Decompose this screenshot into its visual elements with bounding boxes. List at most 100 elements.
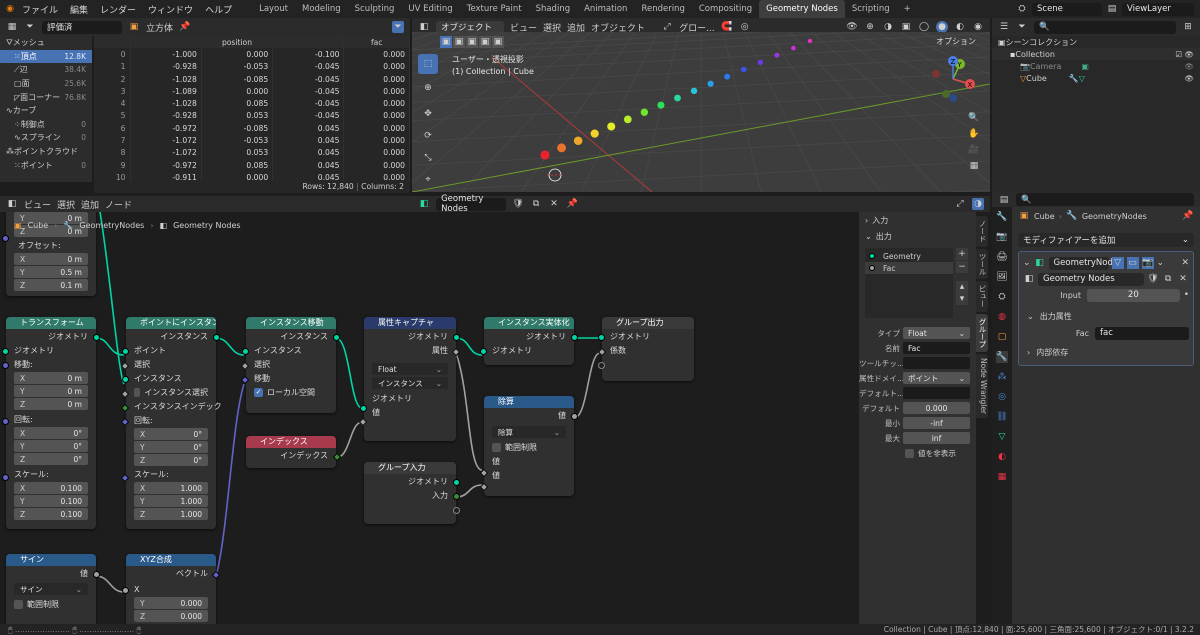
capture-domain-select[interactable]: インスタンス: [372, 377, 448, 389]
show-render-icon[interactable]: 📷: [1141, 257, 1154, 269]
domain-mesh[interactable]: ⛛ メッシュ: [0, 36, 92, 50]
node-translate-instances[interactable]: インスタンス移動 インスタンス インスタンス 選択 移動 ✓ ローカル空間: [240, 317, 340, 413]
iop-pick-checkbox[interactable]: [134, 387, 141, 397]
cursor-tool-icon[interactable]: ⊕: [418, 78, 438, 98]
domain-vertex[interactable]: ⁙ 頂点 12.8K: [0, 49, 92, 64]
add-workspace-icon[interactable]: +: [897, 0, 918, 18]
menu-window[interactable]: ウィンドウ: [142, 3, 199, 16]
ne-overlay-icon[interactable]: ◑: [972, 198, 984, 210]
tab-rendering[interactable]: Rendering: [634, 0, 691, 18]
node-tree-field[interactable]: Geometry Nodes: [1038, 272, 1144, 286]
transform-sx[interactable]: X 0.100: [14, 482, 88, 494]
sidebar-tab-node-wrangler[interactable]: Node Wrangler: [976, 353, 988, 418]
sine-operation-select[interactable]: サイン: [14, 583, 88, 595]
physics-tab-icon[interactable]: ◎: [996, 391, 1008, 403]
options-button[interactable]: オプション: [936, 36, 976, 47]
outliner-cube[interactable]: ▽ Cube 🔧 ▽ 👁: [992, 72, 1200, 84]
ne-fake-user-icon[interactable]: 🛡: [512, 198, 524, 210]
move-down-icon[interactable]: ▾: [956, 293, 968, 305]
domain-face[interactable]: ▢ 面 25.6K: [0, 77, 92, 91]
sidebar-tab-group[interactable]: グループ: [976, 313, 988, 352]
outliner-scene-collection[interactable]: ▣ シーンコレクション: [992, 36, 1200, 48]
combine-y-field[interactable]: Y 0.000: [134, 597, 208, 609]
output-attributes-header[interactable]: 出力属性: [1034, 311, 1072, 322]
capture-type-select[interactable]: Float: [372, 363, 448, 375]
menu-edit[interactable]: 編集: [64, 3, 94, 16]
zoom-icon[interactable]: 🔍: [968, 110, 980, 126]
ne-menu-select[interactable]: 選択: [57, 198, 75, 211]
particles-tab-icon[interactable]: ⁂: [996, 371, 1008, 383]
sine-clamp-checkbox[interactable]: [14, 599, 23, 609]
offset-z-field[interactable]: Z 0.1 m: [14, 279, 88, 291]
tab-scripting[interactable]: Scripting: [845, 0, 897, 18]
select-intersect-icon[interactable]: ▣: [492, 36, 504, 48]
iop-pick-instance[interactable]: インスタンス選択: [126, 385, 216, 399]
properties-editor-icon[interactable]: ▤: [998, 194, 1010, 206]
show-viewport-icon[interactable]: ▭: [1126, 257, 1139, 269]
combine-z-field[interactable]: Z 0.000: [134, 610, 208, 622]
camera-visibility-icon[interactable]: 👁: [1184, 62, 1200, 71]
ti-local-space[interactable]: ✓ ローカル空間: [246, 385, 336, 399]
fac-attribute-field[interactable]: fac: [1095, 326, 1189, 340]
hide-value-checkbox[interactable]: [905, 448, 914, 458]
outliner-camera[interactable]: 📷 Camera ▣ 👁: [992, 60, 1200, 72]
remove-socket-icon[interactable]: −: [956, 261, 968, 273]
node-canvas[interactable]: ▣ Cube › 🔧 GeometryNodes › ◧ Geometry Nodes…: [0, 212, 858, 624]
domain-select[interactable]: ポイント ⌄: [903, 372, 970, 384]
iop-sz[interactable]: Z 1.000: [134, 508, 208, 520]
node-combine-xyz[interactable]: XYZ合成 ベクトル X Y 0.000 Z 0.000: [122, 554, 221, 624]
iop-sx[interactable]: X 1.000: [134, 482, 208, 494]
col-position[interactable]: position: [130, 36, 345, 49]
transform-ty[interactable]: Y0 m: [14, 385, 88, 397]
offset-x-field[interactable]: X0 m: [14, 253, 88, 265]
camera-view-icon[interactable]: 🎥: [968, 142, 980, 158]
tab-uv-editing[interactable]: UV Editing: [401, 0, 459, 18]
domain-point[interactable]: ⁙ ポイント 0: [0, 158, 92, 172]
funnel-icon[interactable]: ⏷: [24, 21, 36, 33]
outliner-search[interactable]: 🔍: [1034, 20, 1176, 34]
nav-gizmo[interactable]: X Y Z: [930, 56, 976, 102]
transform-tx[interactable]: X0 m: [14, 372, 88, 384]
modifier-menu-icon[interactable]: ⌄: [1157, 258, 1165, 268]
ne-pin-icon[interactable]: 📌: [566, 198, 578, 210]
modifier-remove-icon[interactable]: ✕: [1181, 258, 1189, 268]
tooltip-field[interactable]: [903, 357, 970, 369]
transform-ry[interactable]: Y 0°: [14, 440, 88, 452]
pin-icon[interactable]: 📌: [179, 21, 191, 33]
select-new-icon[interactable]: ▣: [440, 36, 452, 48]
rotate-tool-icon[interactable]: ⟳: [418, 126, 438, 146]
view-layer-field[interactable]: ViewLayer: [1122, 2, 1194, 16]
tab-shading[interactable]: Shading: [529, 0, 578, 18]
ne-unlink-icon[interactable]: ✕: [548, 198, 560, 210]
iop-ry[interactable]: Y 0°: [134, 441, 208, 453]
ne-snap-icon[interactable]: ⤢: [954, 198, 966, 210]
ne-menu-view[interactable]: ビュー: [24, 198, 51, 211]
select-tool-icon[interactable]: ⬚: [418, 54, 438, 74]
tool-tab-icon[interactable]: 🔧: [996, 211, 1008, 223]
domain-curve[interactable]: ∿ カーブ: [0, 104, 92, 118]
domain-point-cloud[interactable]: ⁂ ポイントクラウド: [0, 145, 92, 159]
node-instance-on-points[interactable]: ポイントにインスタン... インスタンス ポイント 選択 インスタンス インスタ…: [120, 317, 222, 529]
modifier-collapse-icon[interactable]: ⌄: [1023, 258, 1031, 268]
name-field[interactable]: Fac: [903, 342, 970, 354]
internal-dependencies-header[interactable]: 内部依存: [1030, 347, 1068, 358]
modifier-tab-icon[interactable]: 🔧: [996, 351, 1008, 363]
transform-rz[interactable]: Z 0°: [14, 453, 88, 465]
transform-tz[interactable]: Z0 m: [14, 398, 88, 410]
node-transform[interactable]: トランスフォーム ジオメトリ ジオメトリ 移動: X0 m Y0 m Z0 m …: [2, 317, 100, 529]
type-select[interactable]: Float ⌄: [903, 327, 970, 339]
sidebar-tab-node[interactable]: ノード: [976, 216, 988, 247]
ne-menu-add[interactable]: 追加: [81, 198, 99, 211]
ortho-toggle-icon[interactable]: ▦: [968, 158, 980, 174]
add-socket-icon[interactable]: +: [956, 248, 968, 260]
domain-face-corner[interactable]: ◸ 面コーナー 76.8K: [0, 90, 92, 104]
node-capture-attribute[interactable]: 属性キャプチャ ジオメトリ 属性 Float インスタンス ジオメトリ 値: [358, 317, 461, 441]
input-field[interactable]: 20: [1087, 288, 1180, 302]
tab-modeling[interactable]: Modeling: [295, 0, 348, 18]
node-group-output[interactable]: グループ出力 ジオメトリ 係数: [597, 317, 694, 381]
filter-icon[interactable]: ⏷: [392, 21, 404, 33]
min-field[interactable]: -inf: [903, 417, 970, 429]
move-tool-icon[interactable]: ✥: [418, 104, 438, 124]
tab-texture-paint[interactable]: Texture Paint: [460, 0, 529, 18]
node-realize-instances[interactable]: インスタンス実体化 ジオメトリ ジオメトリ: [480, 317, 578, 365]
